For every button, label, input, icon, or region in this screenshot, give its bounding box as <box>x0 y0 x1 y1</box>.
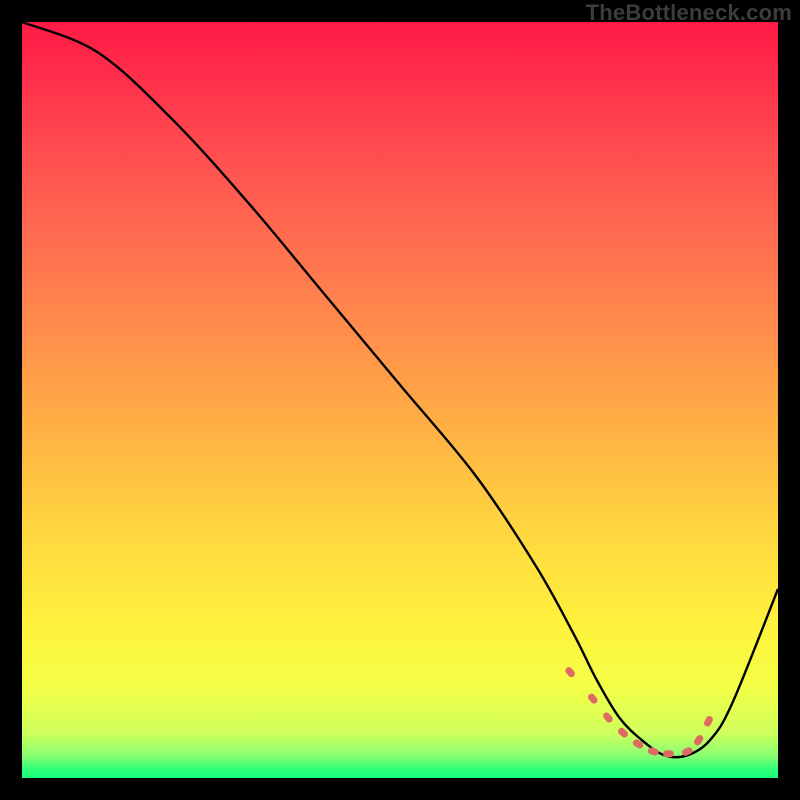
marker-dot <box>602 711 615 724</box>
marker-dot <box>632 738 645 750</box>
marker-dot <box>681 746 694 757</box>
bottleneck-curve-path <box>22 22 778 757</box>
marker-dot <box>703 715 714 728</box>
marker-dot <box>693 734 705 747</box>
marker-dot <box>587 692 599 705</box>
flat-region-markers <box>564 666 714 758</box>
bottleneck-chart-svg <box>22 22 778 778</box>
watermark-text: TheBottleneck.com <box>586 0 792 26</box>
marker-dot <box>647 747 660 757</box>
marker-dot <box>564 666 576 679</box>
marker-dot <box>617 726 630 739</box>
marker-dot <box>663 750 674 757</box>
gradient-plot-area <box>22 22 778 778</box>
